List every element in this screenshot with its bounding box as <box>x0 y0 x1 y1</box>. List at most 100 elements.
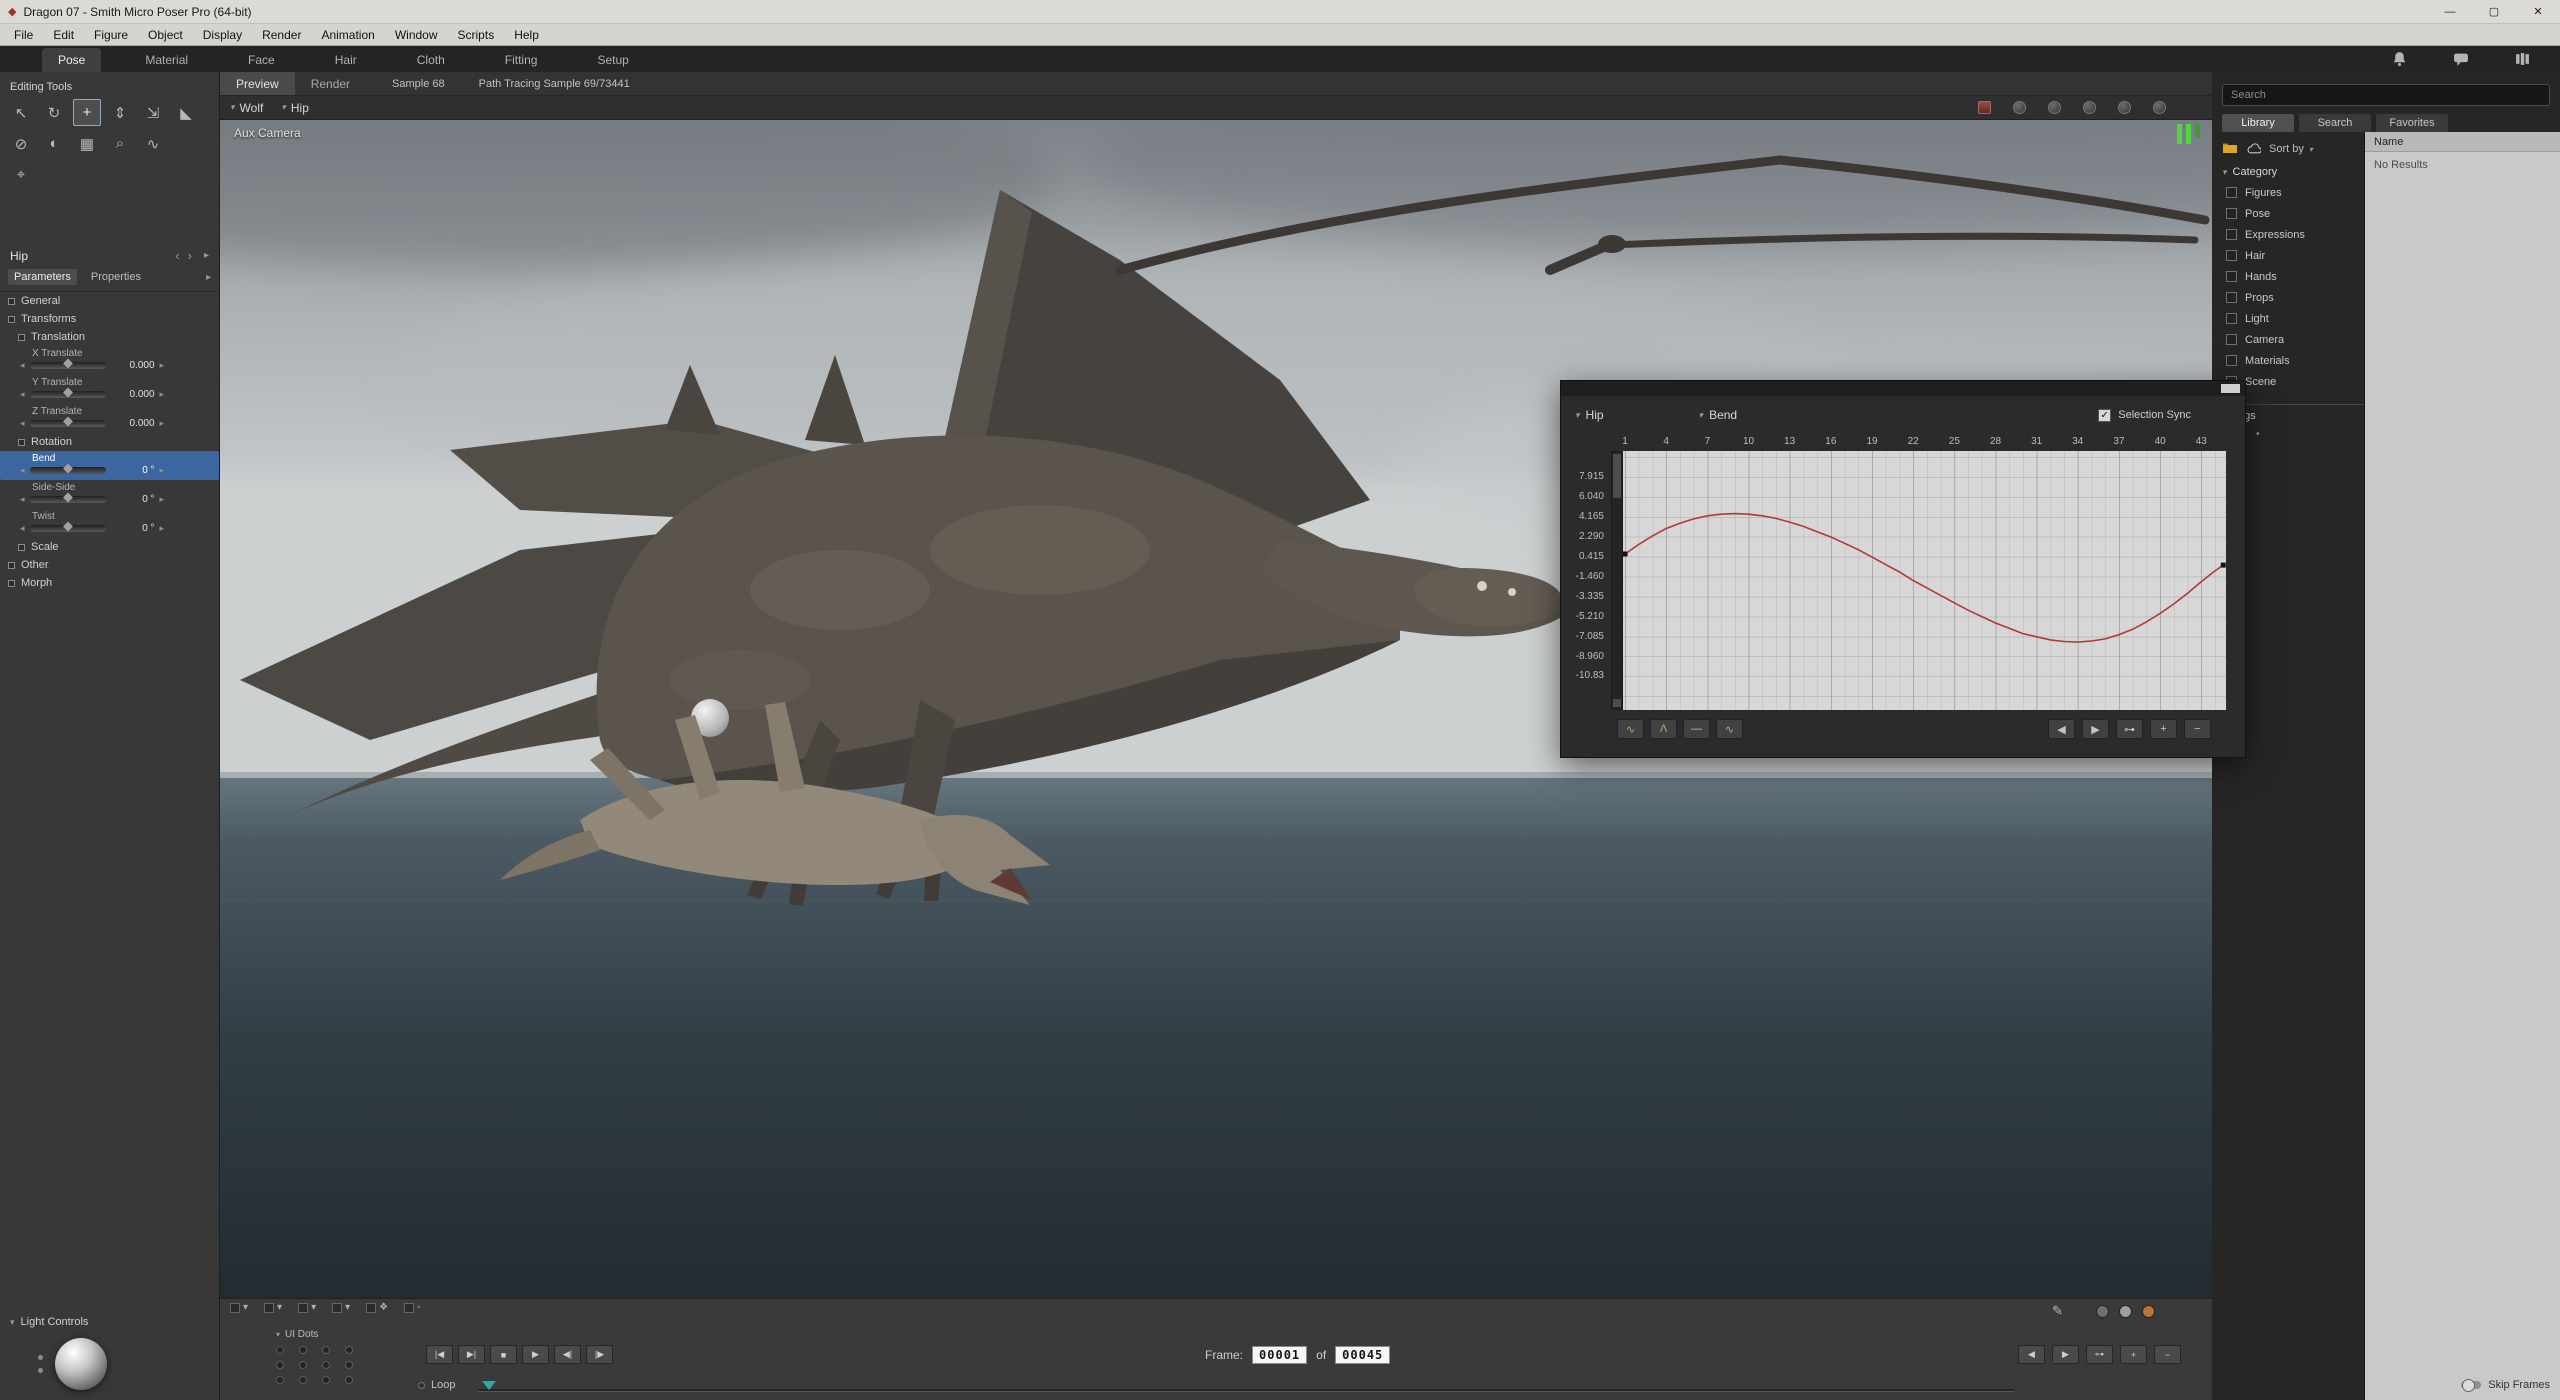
current-frame-field[interactable]: 00001 <box>1252 1346 1307 1364</box>
minimize-button[interactable]: — <box>2428 0 2472 23</box>
dial-slider[interactable] <box>30 391 106 398</box>
next-actor-button[interactable]: › <box>186 248 194 263</box>
toggle-knob-icon[interactable] <box>2461 1381 2481 1389</box>
category-checkbox[interactable] <box>2226 292 2237 303</box>
section-general[interactable]: General <box>0 292 219 310</box>
category-checkbox[interactable] <box>2226 271 2237 282</box>
doc-tab[interactable]: Preview <box>220 72 295 95</box>
translate-inout-tool[interactable]: ⇕ <box>106 99 134 126</box>
dial-slider[interactable] <box>30 467 106 474</box>
dial-value[interactable]: 0.000 <box>111 360 155 371</box>
play-forward-button[interactable]: ▶ <box>2082 719 2109 739</box>
play-button[interactable]: ▶ <box>522 1345 549 1364</box>
menu-item[interactable]: Edit <box>43 28 84 42</box>
maximize-button[interactable]: ▢ <box>2472 0 2516 23</box>
dial-decrement-icon[interactable]: ◂ <box>20 465 25 476</box>
timeline-scrubber-handle[interactable] <box>482 1381 496 1390</box>
view-magnifier-tool[interactable]: ⌕ <box>106 130 134 157</box>
figure-style-menu[interactable]: ▾ <box>298 1302 316 1313</box>
play-back-button[interactable]: ◀ <box>2048 719 2075 739</box>
dial-increment-icon[interactable]: ▸ <box>160 389 165 400</box>
dial-slider[interactable] <box>30 362 106 369</box>
dial-increment-icon[interactable]: ▸ <box>160 523 165 534</box>
loop-toggle[interactable]: Loop <box>418 1379 455 1391</box>
room-tab[interactable]: Hair <box>319 48 373 72</box>
dial-decrement-icon[interactable]: ◂ <box>20 389 25 400</box>
category-checkbox[interactable] <box>2226 208 2237 219</box>
room-tab[interactable]: Setup <box>581 48 644 72</box>
linear-section-button[interactable]: Λ <box>1650 719 1677 739</box>
collapse-box-icon[interactable] <box>8 580 15 587</box>
graph-channel-dropdown[interactable]: ▾Bend <box>1699 408 1738 422</box>
tracking-mode-menu[interactable]: ▾ <box>332 1302 350 1313</box>
scale-tool[interactable]: ⇲ <box>139 99 167 126</box>
edit-keyframes-button[interactable]: ⊶ <box>2086 1345 2113 1364</box>
dial-slider[interactable] <box>30 496 106 503</box>
layout-columns-icon[interactable] <box>2515 52 2530 66</box>
dial-value[interactable]: 0.000 <box>111 389 155 400</box>
menu-item[interactable]: File <box>4 28 43 42</box>
camera-name-label[interactable]: Aux Camera <box>234 126 301 140</box>
dial-increment-icon[interactable]: ▸ <box>160 465 165 476</box>
graph-titlebar[interactable] <box>1561 381 2245 396</box>
zoom-in-button[interactable]: + <box>2150 719 2177 739</box>
camera-dot-icon[interactable] <box>2153 101 2166 114</box>
menu-item[interactable]: Scripts <box>448 28 505 42</box>
dial-increment-icon[interactable]: ▸ <box>160 360 165 371</box>
graph-grid[interactable] <box>1623 451 2226 710</box>
actor-selector-dropdown[interactable]: ▾Hip <box>281 101 309 115</box>
scrub-current-frame-button[interactable]: ⊶ <box>2116 719 2143 739</box>
light-sphere-control[interactable] <box>55 1338 107 1390</box>
category-checkbox[interactable] <box>2226 250 2237 261</box>
camera-dot-icon[interactable] <box>2048 101 2061 114</box>
next-frame-button[interactable]: |▶ <box>586 1345 613 1364</box>
menu-item[interactable]: Object <box>138 28 193 42</box>
stop-button[interactable]: ■ <box>490 1345 517 1364</box>
dial-value[interactable]: 0.000 <box>111 418 155 429</box>
dial-decrement-icon[interactable]: ◂ <box>20 360 25 371</box>
morphing-tool[interactable]: ∿ <box>139 130 167 157</box>
add-keyframe-button[interactable]: + <box>2120 1345 2147 1364</box>
dial-slider[interactable] <box>30 525 106 532</box>
folder-icon[interactable] <box>2222 141 2238 157</box>
close-button[interactable]: ✕ <box>2516 0 2560 23</box>
library-tab[interactable]: Search <box>2299 114 2371 132</box>
tabs-menu-icon[interactable]: ▸ <box>206 272 211 283</box>
room-tab[interactable]: Pose <box>42 48 101 72</box>
camera-dot-icon[interactable] <box>2118 101 2131 114</box>
chat-bubble-icon[interactable] <box>2453 52 2469 67</box>
menu-item[interactable]: Render <box>252 28 311 42</box>
render-memory-dots[interactable] <box>2096 1305 2155 1318</box>
graph-scrollbar[interactable] <box>1611 451 1623 710</box>
dial-decrement-icon[interactable]: ◂ <box>20 418 25 429</box>
figure-selector-dropdown[interactable]: ▾Wolf <box>230 101 263 115</box>
dial-decrement-icon[interactable]: ◂ <box>20 523 25 534</box>
room-tab[interactable]: Cloth <box>401 48 461 72</box>
category-checkbox[interactable] <box>2226 355 2237 366</box>
category-checkbox[interactable] <box>2226 313 2237 324</box>
doc-tab[interactable]: Render <box>295 72 366 95</box>
section-scale[interactable]: Scale <box>0 538 219 556</box>
menu-item[interactable]: Window <box>385 28 448 42</box>
ui-dots-grid[interactable] <box>276 1346 359 1384</box>
dial-increment-icon[interactable]: ▸ <box>160 418 165 429</box>
camera-dots-menu[interactable]: ▾ <box>230 1302 248 1313</box>
collapse-box-icon[interactable] <box>18 544 25 551</box>
color-tool[interactable]: ◐ <box>40 130 68 157</box>
menu-item[interactable]: Figure <box>84 28 138 42</box>
taper-tool[interactable]: ◣ <box>172 99 200 126</box>
spline-section-button[interactable]: ∿ <box>1617 719 1644 739</box>
params-tab[interactable]: Parameters <box>8 269 77 285</box>
total-frames-field[interactable]: 00045 <box>1335 1346 1390 1364</box>
skip-frames-toggle[interactable]: Skip Frames <box>2461 1379 2550 1391</box>
dial-value[interactable]: 0 ° <box>111 494 155 505</box>
checkbox-checked-icon[interactable]: ✓ <box>2098 409 2111 422</box>
menu-item[interactable]: Display <box>193 28 252 42</box>
section-transforms[interactable]: Transforms <box>0 310 219 328</box>
params-tab[interactable]: Properties <box>85 269 147 285</box>
prev-frame-button[interactable]: ◀| <box>554 1345 581 1364</box>
grouping-tool[interactable]: ▦ <box>73 130 101 157</box>
selection-sync-checkbox[interactable]: ✓ Selection Sync <box>2098 409 2191 422</box>
first-frame-button[interactable]: |◀ <box>426 1345 453 1364</box>
menu-item[interactable]: Animation <box>311 28 384 42</box>
